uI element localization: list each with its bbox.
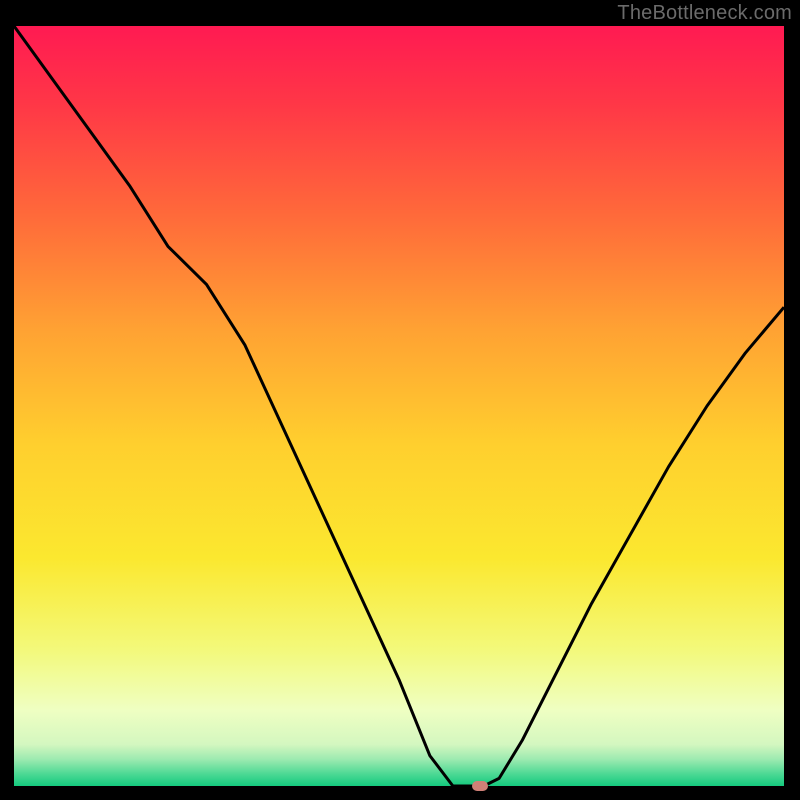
chart-container: TheBottleneck.com xyxy=(0,0,800,800)
watermark-text: TheBottleneck.com xyxy=(617,2,792,25)
optimal-point-marker xyxy=(472,781,488,791)
gradient-background xyxy=(14,26,784,786)
bottleneck-chart xyxy=(0,0,800,800)
